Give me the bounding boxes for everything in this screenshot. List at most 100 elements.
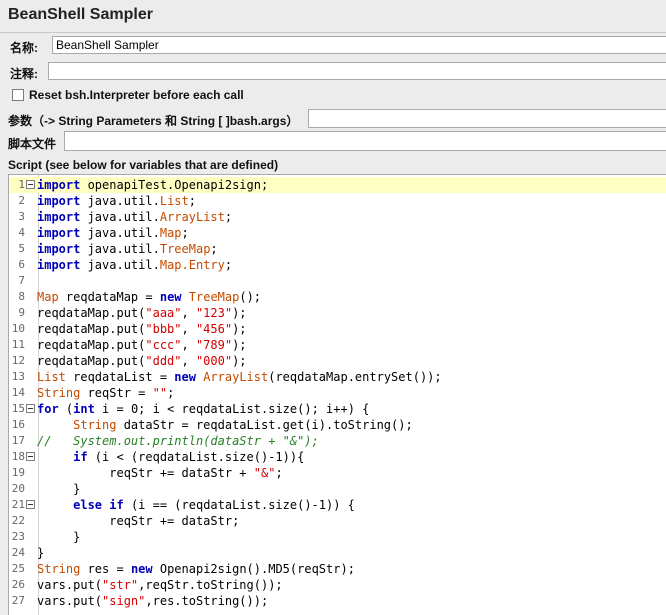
code-token: "str": [102, 578, 139, 592]
code-token: java.util.: [80, 258, 160, 272]
code-line[interactable]: 15 for (int i = 0; i < reqdataList.size()…: [9, 401, 666, 417]
code-line[interactable]: 9 reqdataMap.put("aaa", "123");: [9, 305, 666, 321]
code-line[interactable]: 6 import java.util.Map.Entry;: [9, 257, 666, 273]
code-token: );: [232, 322, 247, 336]
code-token: "789": [195, 338, 233, 352]
code-line[interactable]: 22 reqStr += dataStr;: [9, 513, 666, 529]
reset-interpreter-checkbox[interactable]: [12, 89, 24, 101]
line-number: 19: [11, 466, 25, 479]
code-text: reqdataMap.put("ccc", "789");: [37, 337, 247, 353]
code-line[interactable]: 4 import java.util.Map;: [9, 225, 666, 241]
code-token: "ddd": [145, 354, 182, 368]
code-token: "000": [195, 354, 233, 368]
code-token: openapiTest.Openapi2sign;: [80, 178, 269, 192]
code-token: // System.out.println(dataStr + "&");: [37, 434, 319, 448]
code-token: ,: [181, 306, 196, 320]
code-token: import: [37, 226, 81, 240]
parameters-input[interactable]: [309, 110, 666, 127]
fold-toggle-icon[interactable]: [26, 500, 35, 509]
fold-toggle-icon[interactable]: [26, 180, 35, 189]
line-number: 4: [18, 226, 25, 239]
line-number: 2: [18, 194, 25, 207]
code-token: "": [152, 386, 168, 400]
code-line[interactable]: 19 reqStr += dataStr + "&";: [9, 465, 666, 481]
code-line[interactable]: 23 }: [9, 529, 666, 545]
name-field[interactable]: [52, 36, 666, 54]
code-token: ,: [181, 338, 196, 352]
code-line[interactable]: 13 List reqdataList = new ArrayList(reqda…: [9, 369, 666, 385]
code-token: import: [37, 258, 81, 272]
page-title: BeanShell Sampler: [8, 6, 153, 23]
code-line[interactable]: 24}: [9, 545, 666, 561]
code-line[interactable]: 12 reqdataMap.put("ddd", "000");: [9, 353, 666, 369]
script-file-input[interactable]: [65, 132, 666, 150]
fold-toggle-icon[interactable]: [26, 404, 35, 413]
code-token: reqdataMap.put(: [37, 354, 146, 368]
code-token: java.util.: [80, 194, 160, 208]
code-token: reqdataMap.put(: [37, 306, 146, 320]
code-text: vars.put("sign",res.toString());: [37, 593, 268, 609]
code-token: i = 0; i < reqdataList.size(); i++) {: [94, 402, 370, 416]
code-line[interactable]: 5 import java.util.TreeMap;: [9, 241, 666, 257]
code-line[interactable]: 27 vars.put("sign",res.toString());: [9, 593, 666, 609]
code-token: ArrayList: [159, 210, 225, 224]
comment-label: 注释:: [10, 67, 38, 81]
code-line[interactable]: 3 import java.util.ArrayList;: [9, 209, 666, 225]
line-number: 1: [18, 178, 25, 191]
line-number: 17: [11, 434, 25, 447]
code-token: import: [37, 194, 81, 208]
code-line[interactable]: 2 import java.util.List;: [9, 193, 666, 209]
name-input[interactable]: [53, 37, 666, 53]
code-token: ,: [181, 322, 196, 336]
line-number: 21: [11, 498, 25, 511]
code-token: res =: [80, 562, 131, 576]
code-token: ArrayList: [203, 370, 269, 384]
fold-toggle-icon[interactable]: [26, 452, 35, 461]
code-text: reqdataMap.put("aaa", "123");: [37, 305, 247, 321]
code-line[interactable]: 25 String res = new Openapi2sign().MD5(re…: [9, 561, 666, 577]
code-token: reqdataMap.put(: [37, 338, 146, 352]
code-token: }: [37, 530, 81, 544]
line-number: 12: [11, 354, 25, 367]
script-editor[interactable]: 1 import openapiTest.Openapi2sign; 2 import…: [8, 174, 666, 615]
code-token: new: [130, 562, 153, 576]
code-line[interactable]: 14 String reqStr = "";: [9, 385, 666, 401]
code-token: reqStr += dataStr;: [37, 514, 240, 528]
code-token: List: [37, 370, 66, 384]
code-line[interactable]: 20 }: [9, 481, 666, 497]
code-token: import: [37, 178, 81, 192]
code-text: Map reqdataMap = new TreeMap();: [37, 289, 261, 305]
script-file-field[interactable]: [64, 131, 666, 151]
code-line[interactable]: 16 String dataStr = reqdataList.get(i).t…: [9, 417, 666, 433]
code-text: for (int i = 0; i < reqdataList.size(); …: [37, 401, 369, 417]
code-line[interactable]: 7: [9, 273, 666, 289]
code-line[interactable]: 11 reqdataMap.put("ccc", "789");: [9, 337, 666, 353]
code-text: // System.out.println(dataStr + "&");: [37, 433, 319, 449]
code-line[interactable]: 18 if (i < (reqdataList.size()-1)){: [9, 449, 666, 465]
code-text: reqStr += dataStr + "&";: [37, 465, 282, 481]
name-label: 名称:: [10, 41, 38, 55]
code-token: for: [37, 402, 59, 416]
code-text: else if (i == (reqdataList.size()-1)) {: [37, 497, 355, 513]
code-text: reqdataMap.put("bbb", "456");: [37, 321, 247, 337]
code-line[interactable]: 17 // System.out.println(dataStr + "&");: [9, 433, 666, 449]
code-token: ();: [239, 290, 262, 304]
code-token: "456": [195, 322, 233, 336]
code-token: reqdataMap.put(: [37, 322, 146, 336]
line-number: 25: [11, 562, 25, 575]
line-number: 3: [18, 210, 25, 223]
code-text: import openapiTest.Openapi2sign;: [37, 177, 268, 193]
code-text: List reqdataList = new ArrayList(reqdata…: [37, 369, 442, 385]
parameters-field[interactable]: [308, 109, 666, 128]
code-line[interactable]: 26 vars.put("str",reqStr.toString());: [9, 577, 666, 593]
code-line[interactable]: 8 Map reqdataMap = new TreeMap();: [9, 289, 666, 305]
code-line[interactable]: 1 import openapiTest.Openapi2sign;: [9, 177, 666, 193]
comment-field[interactable]: [48, 62, 666, 80]
code-token: (i == (reqdataList.size()-1)) {: [123, 498, 355, 512]
line-number: 26: [11, 578, 25, 591]
code-token: int: [73, 402, 95, 416]
comment-input[interactable]: [49, 63, 666, 79]
code-line[interactable]: 10 reqdataMap.put("bbb", "456");: [9, 321, 666, 337]
code-line[interactable]: 21 else if (i == (reqdataList.size()-1))…: [9, 497, 666, 513]
